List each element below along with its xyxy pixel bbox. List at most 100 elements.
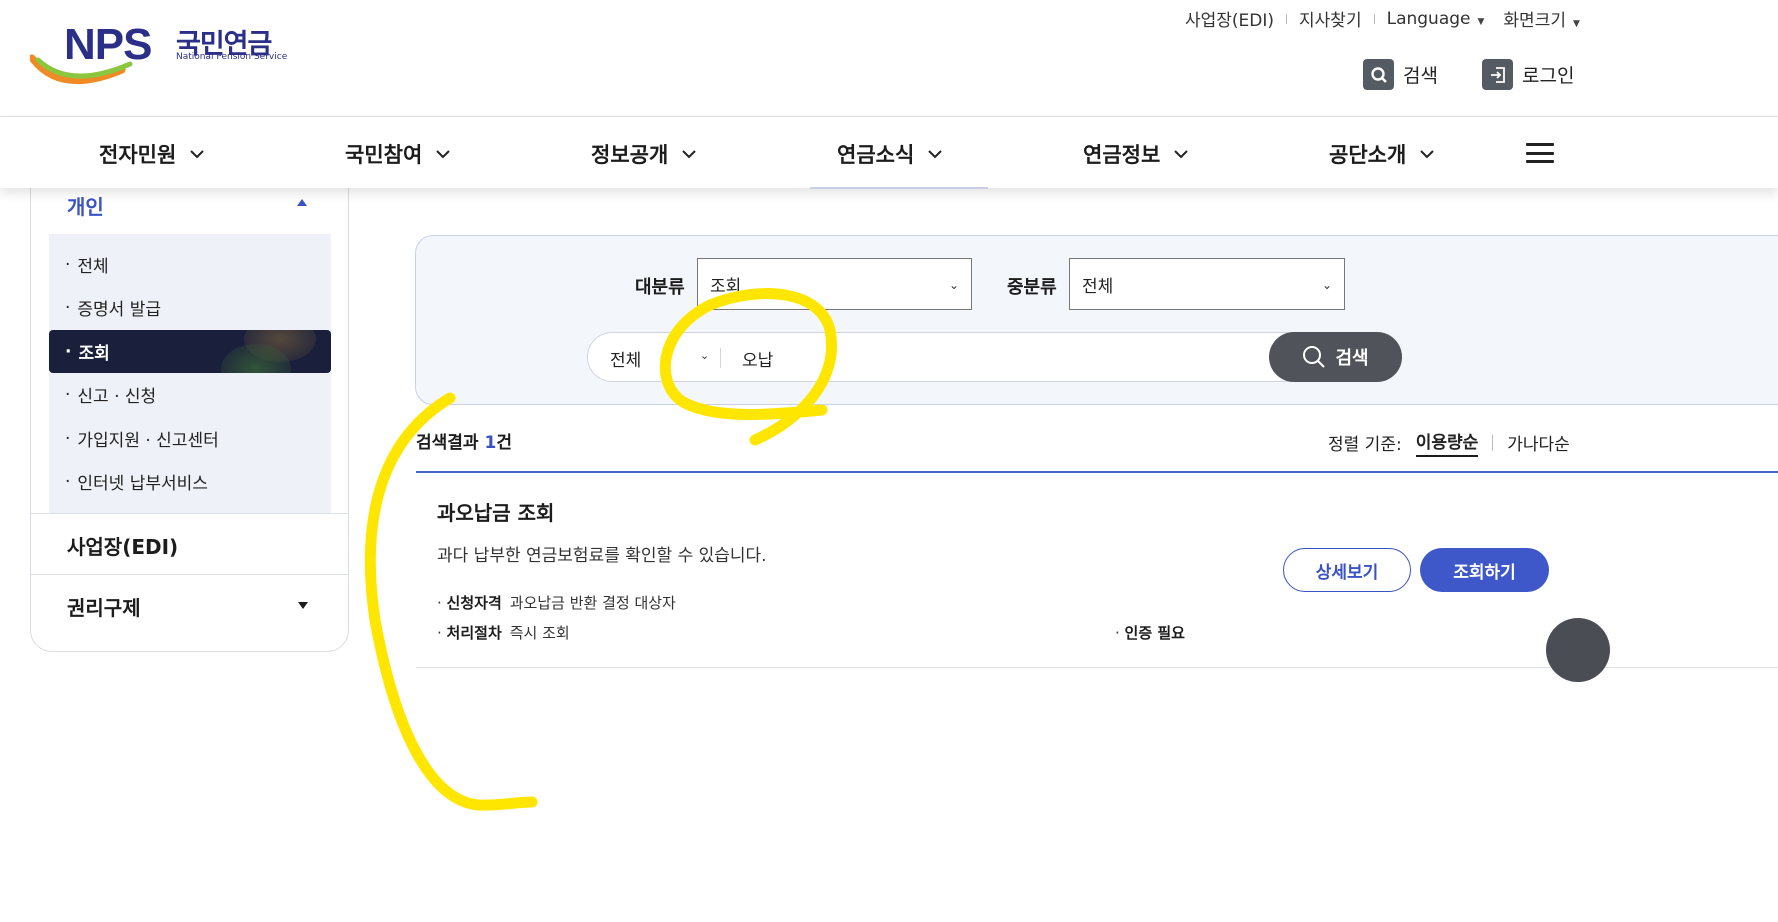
gnb-item-civil[interactable]: 전자민원 — [99, 139, 204, 169]
global-nav: 전자민원 국민참여 정보공개 연금소식 연금정보 공단소개 — [0, 116, 1778, 189]
auth-value: 인증 필요 — [1124, 624, 1185, 642]
header-login-label: 로그인 — [1522, 65, 1575, 87]
menu-icon[interactable] — [1526, 143, 1554, 163]
chevron-down-icon — [682, 149, 696, 158]
font-size-label: 화면크기 — [1503, 11, 1566, 31]
side-item-label: 인터넷 납부서비스 — [77, 474, 208, 494]
gnb-item-disclosure[interactable]: 정보공개 — [591, 139, 696, 169]
utility-divider — [1373, 13, 1375, 24]
utility-language-select[interactable]: Language ▼ — [1387, 9, 1485, 29]
caret-down-icon — [298, 602, 308, 609]
result-title: 과오납금 조회 — [437, 501, 555, 525]
side-item-label: 신고 · 신청 — [77, 387, 157, 407]
header-login-button[interactable]: 로그인 — [1482, 59, 1574, 90]
gnb-label: 공단소개 — [1329, 143, 1407, 167]
side-section-label: 사업장(EDI) — [67, 535, 179, 559]
gnb-label: 정보공개 — [591, 143, 669, 167]
header-search-button[interactable]: 검색 — [1363, 59, 1438, 90]
caret-up-icon[interactable] — [297, 199, 307, 206]
header-search-label: 검색 — [1403, 65, 1438, 87]
result-divider — [416, 471, 1778, 473]
utility-nav: 사업장(EDI) 지사찾기 Language ▼ 화면크기 ▼ — [1185, 6, 1580, 32]
sort-divider — [1492, 434, 1494, 451]
caret-down-icon: ▼ — [1477, 16, 1485, 27]
side-section-edi[interactable]: 사업장(EDI) — [31, 513, 348, 574]
process-value: 즉시 조회 — [509, 624, 570, 642]
side-item-payment[interactable]: · 인터넷 납부서비스 — [49, 460, 331, 503]
side-section-rights[interactable]: 권리구제 — [31, 574, 348, 634]
major-category-select[interactable]: 조회 ⌄ — [697, 258, 972, 310]
chevron-down-icon — [1420, 149, 1434, 158]
side-item-report[interactable]: · 신고 · 신청 — [49, 373, 331, 416]
caret-down-icon: ▼ — [1572, 19, 1580, 29]
side-menu: 개인 · 전체 · 증명서 발급 · 조회 · 신고 · 신청 · 가입지원 · 신고센터… — [30, 170, 349, 652]
side-item-inquiry[interactable]: · 조회 — [49, 330, 331, 373]
sort-options: 정렬 기준: 이용량순 가나다순 — [1328, 428, 1570, 457]
result-count-suffix: 건 — [496, 433, 512, 453]
gnb-label: 국민참여 — [345, 143, 423, 167]
side-item-support-center[interactable]: · 가입지원 · 신고센터 — [49, 417, 331, 460]
language-label: Language — [1386, 8, 1471, 29]
chevron-down-icon — [190, 149, 204, 158]
site-header: NPS 국민연금 National Pension Service 사업장(ED… — [0, 0, 1778, 116]
gnb-item-news[interactable]: 연금소식 — [837, 139, 942, 169]
nps-logo[interactable]: NPS 국민연금 National Pension Service — [30, 18, 290, 90]
major-category-value: 조회 — [710, 276, 742, 297]
gnb-label: 연금정보 — [1083, 143, 1161, 167]
gnb-label: 전자민원 — [99, 143, 177, 167]
sort-alphabetical[interactable]: 가나다순 — [1507, 430, 1570, 455]
gnb-item-participation[interactable]: 국민참여 — [345, 139, 450, 169]
side-item-label: 조회 — [78, 344, 110, 364]
result-auth: · 인증 필요 — [1115, 624, 1185, 642]
eligibility-label: 신청자격 — [446, 594, 502, 612]
login-icon — [1482, 59, 1513, 90]
result-eligibility: · 신청자격 과오납금 반환 결정 대상자 — [437, 594, 676, 612]
side-section-personal[interactable]: 개인 — [67, 191, 104, 220]
inquiry-button[interactable]: 조회하기 — [1420, 548, 1549, 592]
search-button[interactable]: 검색 — [1269, 332, 1402, 382]
utility-branch-link[interactable]: 지사찾기 — [1299, 6, 1362, 31]
gnb-item-about[interactable]: 공단소개 — [1329, 139, 1434, 169]
eligibility-value: 과오납금 반환 결정 대상자 — [509, 594, 676, 612]
floating-button[interactable] — [1546, 618, 1610, 682]
logo-name-en: National Pension Service — [176, 52, 288, 62]
major-category-label: 대분류 — [635, 277, 685, 298]
chevron-down-icon[interactable]: ⌄ — [700, 349, 709, 362]
side-section-label: 권리구제 — [67, 596, 141, 620]
side-submenu: · 전체 · 증명서 발급 · 조회 · 신고 · 신청 · 가입지원 · 신고센터 · 인… — [49, 234, 331, 513]
utility-divider — [1286, 13, 1288, 24]
search-divider — [720, 348, 721, 368]
process-label: 처리절차 — [446, 624, 502, 642]
side-item-label: 증명서 발급 — [77, 300, 162, 320]
search-scope-select[interactable]: 전체 — [610, 346, 641, 371]
chevron-down-icon — [928, 149, 942, 158]
chevron-down-icon: ⌄ — [1321, 278, 1332, 292]
side-item-label: 가입지원 · 신고센터 — [77, 431, 219, 451]
chevron-down-icon — [436, 149, 450, 158]
chevron-down-icon — [1174, 149, 1188, 158]
search-icon — [1303, 346, 1326, 368]
minor-category-label: 중분류 — [1007, 277, 1057, 298]
result-count-number: 1 — [484, 433, 497, 453]
result-description: 과다 납부한 연금보험료를 확인할 수 있습니다. — [437, 546, 767, 566]
sort-label: 정렬 기준: — [1328, 435, 1402, 455]
side-item-certificate[interactable]: · 증명서 발급 — [49, 286, 331, 329]
detail-button[interactable]: 상세보기 — [1283, 548, 1411, 592]
utility-font-size-select[interactable]: 화면크기 ▼ — [1503, 6, 1579, 31]
search-input[interactable]: 오납 — [742, 346, 773, 371]
gnb-active-indicator — [810, 187, 988, 189]
search-panel: 대분류 조회 ⌄ 중분류 전체 ⌄ 전체 ⌄ 오납 검색 — [415, 235, 1778, 405]
search-button-label: 검색 — [1335, 348, 1369, 369]
result-count-prefix: 검색결과 — [416, 433, 485, 453]
minor-category-select[interactable]: 전체 ⌄ — [1069, 258, 1345, 310]
utility-edi-link[interactable]: 사업장(EDI) — [1185, 6, 1274, 31]
side-item-all[interactable]: · 전체 — [49, 243, 331, 286]
search-icon — [1363, 59, 1394, 90]
result-count: 검색결과 1건 — [416, 428, 512, 453]
gnb-item-info[interactable]: 연금정보 — [1083, 139, 1188, 169]
minor-category-value: 전체 — [1082, 276, 1114, 297]
utility-spacer — [1493, 14, 1494, 24]
chevron-down-icon: ⌄ — [948, 278, 959, 292]
sort-usage[interactable]: 이용량순 — [1415, 428, 1479, 457]
result-process: · 처리절차 즉시 조회 — [437, 624, 570, 642]
